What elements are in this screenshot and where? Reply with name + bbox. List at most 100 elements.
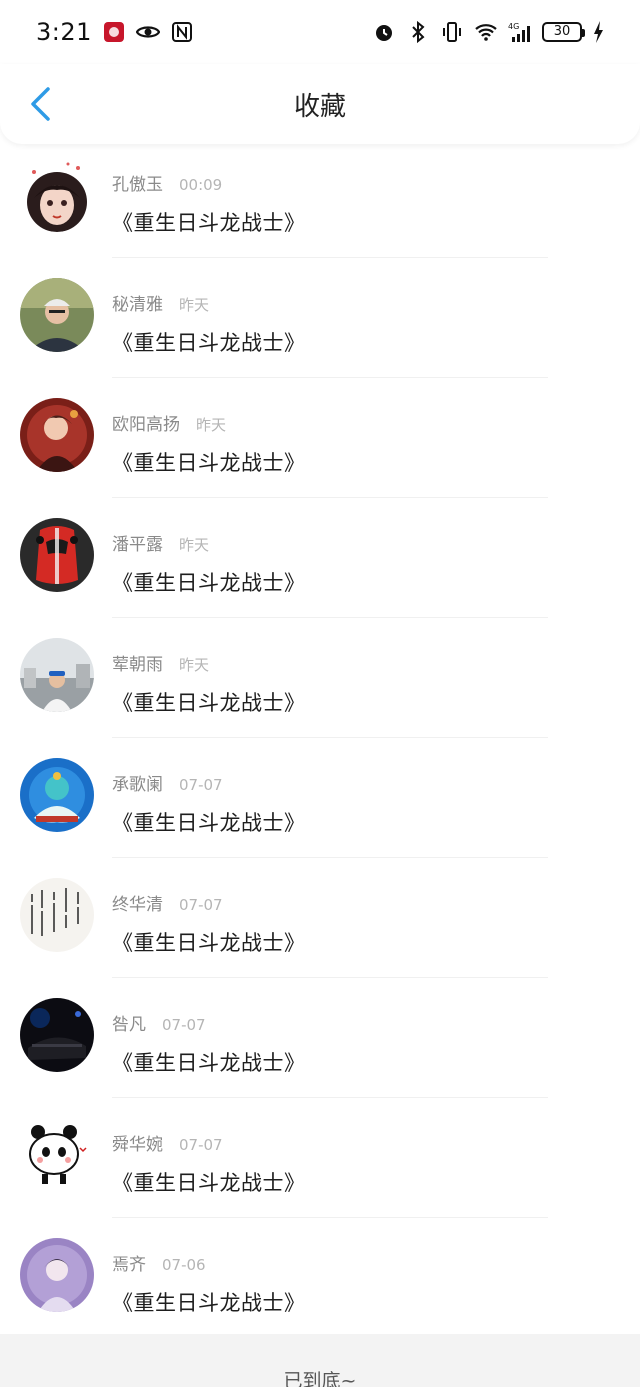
avatar xyxy=(20,518,94,592)
battery-icon: 30 xyxy=(542,22,585,42)
list-item[interactable]: 秘清雅 昨天 《重生日斗龙战士》 xyxy=(0,278,640,398)
eye-icon xyxy=(135,20,161,44)
item-time: 昨天 xyxy=(179,296,210,314)
calligraphy-avatar xyxy=(20,878,94,952)
status-bar: 3:21 4G 30 xyxy=(0,0,640,64)
avatar xyxy=(20,1118,94,1192)
red-car-avatar xyxy=(20,518,94,592)
avatar xyxy=(20,278,94,352)
charging-icon xyxy=(592,20,604,44)
item-user-name: 潘平露 xyxy=(112,535,163,555)
back-button[interactable] xyxy=(20,84,60,124)
item-meta: 焉齐 07-06 xyxy=(112,1250,306,1275)
item-info: 承歌阑 07-07 《重生日斗龙战士》 xyxy=(112,758,306,837)
item-user-name: 承歌阑 xyxy=(112,775,163,795)
list-item[interactable]: 潘平露 昨天 《重生日斗龙战士》 xyxy=(0,518,640,638)
status-time: 3:21 xyxy=(36,18,92,46)
item-time: 07-07 xyxy=(162,1016,206,1034)
list-end-text: 已到底~ xyxy=(283,1370,357,1387)
avatar xyxy=(20,998,94,1072)
avatar xyxy=(20,638,94,712)
item-title: 《重生日斗龙战士》 xyxy=(112,211,306,235)
item-meta: 承歌阑 07-07 xyxy=(112,770,306,795)
item-time: 07-07 xyxy=(179,1136,223,1154)
purple-girl-avatar xyxy=(20,1238,94,1312)
item-info: 秘清雅 昨天 《重生日斗龙战士》 xyxy=(112,278,306,357)
avatar xyxy=(20,398,94,472)
man-cap-avatar xyxy=(20,278,94,352)
item-title: 《重生日斗龙战士》 xyxy=(112,1291,306,1315)
status-bar-right: 4G 30 xyxy=(372,20,604,44)
item-meta: 荤朝雨 昨天 xyxy=(112,650,306,675)
item-info: 舜华婉 07-07 《重生日斗龙战士》 xyxy=(112,1118,306,1197)
item-info: 欧阳高扬 昨天 《重生日斗龙战士》 xyxy=(112,398,306,477)
item-time: 07-07 xyxy=(179,896,223,914)
list-item[interactable]: 荤朝雨 昨天 《重生日斗龙战士》 xyxy=(0,638,640,758)
item-info: 荤朝雨 昨天 《重生日斗龙战士》 xyxy=(112,638,306,717)
item-title: 《重生日斗龙战士》 xyxy=(112,811,306,835)
avatar xyxy=(20,158,94,232)
item-info: 孔傲玉 00:09 《重生日斗龙战士》 xyxy=(112,158,306,237)
item-info: 咎凡 07-07 《重生日斗龙战士》 xyxy=(112,998,306,1077)
person-street-avatar xyxy=(20,638,94,712)
avatar xyxy=(20,758,94,832)
item-title: 《重生日斗龙战士》 xyxy=(112,1051,306,1075)
app-badge-icon xyxy=(102,20,126,44)
list-end-footer: 已到底~ xyxy=(0,1334,640,1387)
item-user-name: 终华清 xyxy=(112,895,163,915)
dark-car-avatar xyxy=(20,998,94,1072)
item-user-name: 欧阳高扬 xyxy=(112,415,180,435)
phone-screen: 3:21 4G 30 收藏 孔傲玉 00:09 《重生日斗龙战士》 秘清雅 昨天… xyxy=(0,0,640,1387)
item-time: 07-07 xyxy=(179,776,223,794)
item-user-name: 秘清雅 xyxy=(112,295,163,315)
wifi-icon xyxy=(474,20,498,44)
item-info: 潘平露 昨天 《重生日斗龙战士》 xyxy=(112,518,306,597)
list-item[interactable]: 孔傲玉 00:09 《重生日斗龙战士》 xyxy=(0,158,640,278)
item-title: 《重生日斗龙战士》 xyxy=(112,571,306,595)
alarm-icon xyxy=(372,20,396,44)
anime-girl-avatar xyxy=(20,158,94,232)
item-title: 《重生日斗龙战士》 xyxy=(112,451,306,475)
item-meta: 终华清 07-07 xyxy=(112,890,306,915)
item-user-name: 咎凡 xyxy=(112,1015,146,1035)
item-time: 昨天 xyxy=(196,416,227,434)
item-title: 《重生日斗龙战士》 xyxy=(112,931,306,955)
list-item[interactable]: 终华清 07-07 《重生日斗龙战士》 xyxy=(0,878,640,998)
list-item[interactable]: 欧阳高扬 昨天 《重生日斗龙战士》 xyxy=(0,398,640,518)
item-title: 《重生日斗龙战士》 xyxy=(112,1171,306,1195)
status-bar-left: 3:21 xyxy=(36,18,194,46)
chevron-left-icon xyxy=(31,87,50,121)
item-user-name: 舜华婉 xyxy=(112,1135,163,1155)
item-user-name: 荤朝雨 xyxy=(112,655,163,675)
item-meta: 孔傲玉 00:09 xyxy=(112,170,306,195)
header-bar: 收藏 xyxy=(0,64,640,144)
item-meta: 潘平露 昨天 xyxy=(112,530,306,555)
list-item[interactable]: 舜华婉 07-07 《重生日斗龙战士》 xyxy=(0,1118,640,1238)
item-meta: 秘清雅 昨天 xyxy=(112,290,306,315)
item-user-name: 孔傲玉 xyxy=(112,175,163,195)
panda-avatar xyxy=(20,1118,94,1192)
avatar xyxy=(20,1238,94,1312)
vibrate-icon xyxy=(440,20,464,44)
item-info: 终华清 07-07 《重生日斗龙战士》 xyxy=(112,878,306,957)
item-meta: 咎凡 07-07 xyxy=(112,1010,306,1035)
avatar xyxy=(20,878,94,952)
item-time: 00:09 xyxy=(179,176,223,194)
item-info: 焉齐 07-06 《重生日斗龙战士》 xyxy=(112,1238,306,1317)
list-item[interactable]: 咎凡 07-07 《重生日斗龙战士》 xyxy=(0,998,640,1118)
item-time: 07-06 xyxy=(162,1256,206,1274)
page-title: 收藏 xyxy=(293,91,346,122)
item-meta: 欧阳高扬 昨天 xyxy=(112,410,306,435)
deity-blue-avatar xyxy=(20,758,94,832)
list-item[interactable]: 承歌阑 07-07 《重生日斗龙战士》 xyxy=(0,758,640,878)
nfc-icon xyxy=(170,20,194,44)
item-title: 《重生日斗龙战士》 xyxy=(112,691,306,715)
favorites-list: 孔傲玉 00:09 《重生日斗龙战士》 秘清雅 昨天 《重生日斗龙战士》 欧阳高… xyxy=(0,158,640,1358)
item-time: 昨天 xyxy=(179,536,210,554)
item-meta: 舜华婉 07-07 xyxy=(112,1130,306,1155)
svg-text:4G: 4G xyxy=(508,22,519,31)
anime-red-avatar xyxy=(20,398,94,472)
4g-signal-icon: 4G xyxy=(508,20,532,44)
item-user-name: 焉齐 xyxy=(112,1255,146,1275)
item-time: 昨天 xyxy=(179,656,210,674)
